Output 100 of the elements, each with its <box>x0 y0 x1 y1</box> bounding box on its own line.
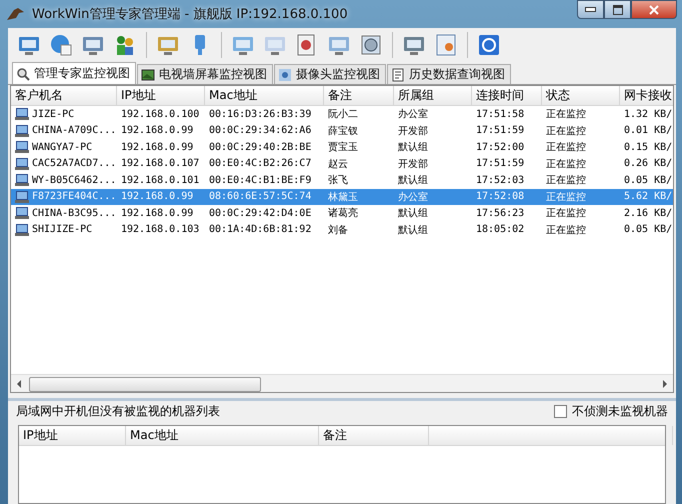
monitor-icon <box>15 174 29 186</box>
table-cell: 192.168.0.100 <box>121 108 200 120</box>
table-cell: 192.168.0.99 <box>121 142 194 153</box>
view-tab[interactable]: 管理专家监控视图 <box>12 62 136 84</box>
table-cell: JIZE-PC <box>32 108 74 120</box>
table-cell: 0.15 KB/ <box>624 142 672 153</box>
column-header[interactable]: IP地址 <box>19 426 126 445</box>
column-header[interactable]: 备注 <box>324 86 394 105</box>
table-cell: CHINA-A709C... <box>32 125 116 136</box>
close-icon <box>649 4 659 14</box>
table-cell-text: 正在监控 <box>546 224 586 237</box>
client-row[interactable]: SHIJIZE-PC 192.168.0.103 00:1A:4D:6B:81:92 刘备 默认组 18:05:02 正在监控 0.05 KB/ <box>11 222 673 238</box>
monitor-icon <box>15 141 29 154</box>
table-cell-text: 默认组 <box>398 207 428 220</box>
monitor-icon <box>15 124 29 137</box>
table-cell-text: 刘备 <box>328 224 348 237</box>
table-cell: 17:52:03 <box>476 174 524 186</box>
table-cell: 00:E0:4C:B2:26:C7 <box>209 158 312 170</box>
column-header[interactable]: 网卡接收 <box>620 86 673 105</box>
table-cell-text: 正在监控 <box>546 124 586 138</box>
table-cell-text: 诸葛亮 <box>328 206 358 220</box>
table-cell-text: 正在监控 <box>546 141 586 154</box>
table-cell-text: 默认组 <box>398 174 428 188</box>
table-cell: 0.01 KB/ <box>624 125 672 136</box>
table-cell-text: 开发部 <box>398 158 428 171</box>
column-header[interactable]: Mac地址 <box>205 86 324 105</box>
group-title: 局域网中开机但没有被监视的机器列表 <box>16 402 220 420</box>
table-cell-text: 正在监控 <box>546 108 586 122</box>
table-cell-text: 张飞 <box>328 174 348 188</box>
table-cell: WY-B05C6462... <box>32 174 116 186</box>
table-cell: 00:0C:29:34:62:A6 <box>209 125 312 136</box>
table-cell-text: 办公室 <box>398 108 428 122</box>
table-cell: 00:E0:4C:B1:BE:F9 <box>209 174 312 186</box>
table-cell: CHINA-B3C95... <box>32 208 116 219</box>
scroll-right-icon[interactable] <box>662 380 668 388</box>
table-cell-text: 正在监控 <box>546 190 586 204</box>
table-cell-text: 赵云 <box>328 158 348 171</box>
table-cell: 17:52:08 <box>476 191 524 202</box>
table-cell-text: 开发部 <box>398 124 428 138</box>
scroll-left-icon[interactable] <box>16 380 22 388</box>
table-cell: 1.32 KB/ <box>624 108 672 120</box>
close-button[interactable] <box>631 0 677 19</box>
table-cell-text: 默认组 <box>398 141 428 154</box>
table-cell-text: 默认组 <box>398 224 428 237</box>
view-tab[interactable]: 摄像头监控视图 <box>274 64 386 84</box>
table-cell: 192.168.0.99 <box>121 208 194 219</box>
minimize-button[interactable] <box>577 0 604 19</box>
monitor-icon <box>15 108 29 120</box>
table-cell: 192.168.0.103 <box>121 224 200 236</box>
table-cell: SHIJIZE-PC <box>32 224 92 236</box>
client-row[interactable]: WY-B05C6462... 192.168.0.101 00:E0:4C:B1:BE:F9 张飞 默认组 17:52:03 正在监控 0.05 KB/ <box>11 172 673 188</box>
column-header[interactable]: IP地址 <box>117 86 205 105</box>
monitor-icon <box>15 207 29 220</box>
horizontal-scrollbar[interactable] <box>11 374 673 392</box>
camera-icon <box>278 68 292 82</box>
table-cell-text: 林黛玉 <box>328 190 358 204</box>
client-row[interactable]: JIZE-PC 192.168.0.100 00:16:D3:26:B3:39 阮小二 办公室 17:51:58 正在监控 1.32 KB/ <box>11 106 673 122</box>
column-header[interactable]: 备注 <box>319 426 429 445</box>
column-header[interactable]: 所属组 <box>394 86 472 105</box>
client-row[interactable]: CHINA-A709C... 192.168.0.99 00:0C:29:34:62:A6 薛宝钗 开发部 17:51:59 正在监控 0.01 KB/ <box>11 122 673 139</box>
client-row[interactable]: CAC52A7ACD7... 192.168.0.107 00:E0:4C:B2:26:C7 赵云 开发部 17:51:59 正在监控 0.26 KB/ <box>11 156 673 172</box>
table-cell: 17:51:58 <box>476 108 524 120</box>
monitor-icon <box>15 158 29 170</box>
table-cell-text: 正在监控 <box>546 174 586 188</box>
column-header[interactable]: 状态 <box>542 86 620 105</box>
table-cell: 192.168.0.101 <box>121 174 200 186</box>
monitor-icon <box>15 224 29 236</box>
table-cell: 08:60:6E:57:5C:74 <box>209 191 312 202</box>
column-header[interactable]: 客户机名 <box>11 86 117 105</box>
table-cell-text: 贾宝玉 <box>328 140 358 154</box>
table-cell-text: 薛宝钗 <box>328 124 358 138</box>
client-row[interactable]: CHINA-B3C95... 192.168.0.99 00:0C:29:42:D4:0E 诸葛亮 默认组 17:56:23 正在监控 2.16 KB/ <box>11 205 673 222</box>
table-cell: 18:05:02 <box>476 224 524 236</box>
column-header[interactable]: 连接时间 <box>472 86 542 105</box>
column-header[interactable]: Mac地址 <box>126 426 319 445</box>
table-cell: 00:0C:29:40:2B:BE <box>209 142 312 153</box>
skip-detection-checkbox[interactable]: 不侦测未监视机器 <box>554 402 668 420</box>
table-cell: 17:51:59 <box>476 125 524 136</box>
table-cell: 17:52:00 <box>476 142 524 153</box>
table-cell: 17:56:23 <box>476 208 524 219</box>
app-logo-icon <box>6 6 26 22</box>
client-row[interactable]: WANGYA7-PC 192.168.0.99 00:0C:29:40:2B:BE 贾宝玉 默认组 17:52:00 正在监控 0.15 KB/ <box>11 139 673 156</box>
table-cell: 00:16:D3:26:B3:39 <box>209 108 312 120</box>
window-title: WorkWin管理专家管理端 - 旗舰版 IP:192.168.0.100 <box>32 6 348 23</box>
table-cell: 192.168.0.99 <box>121 125 194 136</box>
table-cell: F8723FE404C... <box>32 191 116 202</box>
table-cell: 00:1A:4D:6B:81:92 <box>209 224 312 236</box>
notepad-icon <box>391 68 405 82</box>
view-tab[interactable]: 历史数据查询视图 <box>387 64 511 84</box>
table-cell: 2.16 KB/ <box>624 208 672 219</box>
table-cell-text: 正在监控 <box>546 158 586 171</box>
table-cell: 0.05 KB/ <box>624 224 672 236</box>
table-cell: 0.05 KB/ <box>624 174 672 186</box>
table-cell: 5.62 KB/ <box>624 191 672 202</box>
view-tab[interactable]: 电视墙屏幕监控视图 <box>137 64 273 84</box>
maximize-button[interactable] <box>604 0 631 19</box>
monitor-icon <box>15 190 29 203</box>
table-cell: CAC52A7ACD7... <box>32 158 116 170</box>
landscape-icon <box>141 68 155 82</box>
table-cell-text: 正在监控 <box>546 207 586 220</box>
